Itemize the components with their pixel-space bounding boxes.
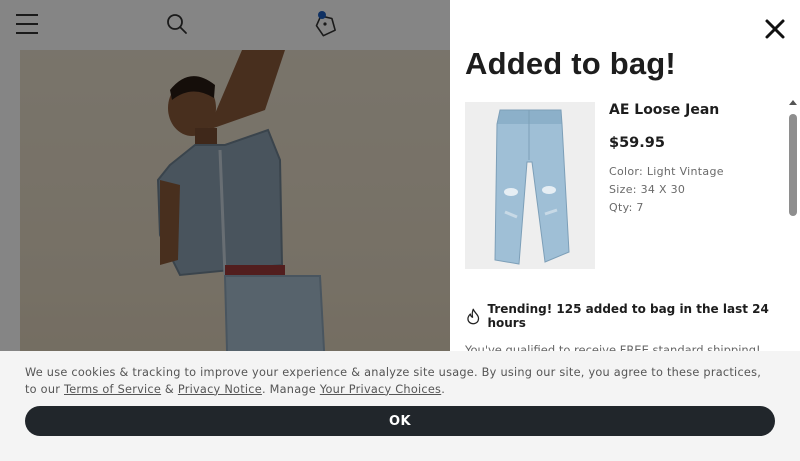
trending-text: Trending! 125 added to bag in the last 2… (487, 302, 769, 330)
product-price: $59.95 (609, 135, 665, 151)
terms-of-service-link[interactable]: Terms of Service (64, 383, 161, 396)
cookie-text-ampersand: & (161, 382, 178, 396)
drawer-scrollbar[interactable] (789, 100, 797, 350)
cookie-text-end: . (441, 382, 446, 396)
product-qty: Qty: 7 (609, 201, 644, 214)
cookie-message: We use cookies & tracking to improve you… (25, 365, 775, 398)
product-color: Color: Light Vintage (609, 165, 724, 178)
cookie-banner: We use cookies & tracking to improve you… (0, 351, 800, 461)
product-details: AE Loose Jean $59.95 Color: Light Vintag… (609, 102, 779, 217)
product-image[interactable] (465, 102, 595, 269)
trending-notice: Trending! 125 added to bag in the last 2… (466, 302, 800, 330)
scroll-up-arrow-icon[interactable] (789, 100, 797, 105)
product-name[interactable]: AE Loose Jean (609, 102, 779, 118)
cookie-text-manage: . Manage (261, 382, 320, 396)
scroll-thumb[interactable] (789, 114, 797, 216)
privacy-choices-link[interactable]: Your Privacy Choices (320, 383, 441, 396)
privacy-notice-link[interactable]: Privacy Notice (178, 383, 262, 396)
ok-button[interactable]: OK (25, 406, 775, 436)
drawer-title: Added to bag! (465, 46, 676, 81)
flame-icon (467, 308, 480, 324)
close-icon[interactable] (764, 18, 786, 40)
product-size: Size: 34 X 30 (609, 183, 686, 196)
